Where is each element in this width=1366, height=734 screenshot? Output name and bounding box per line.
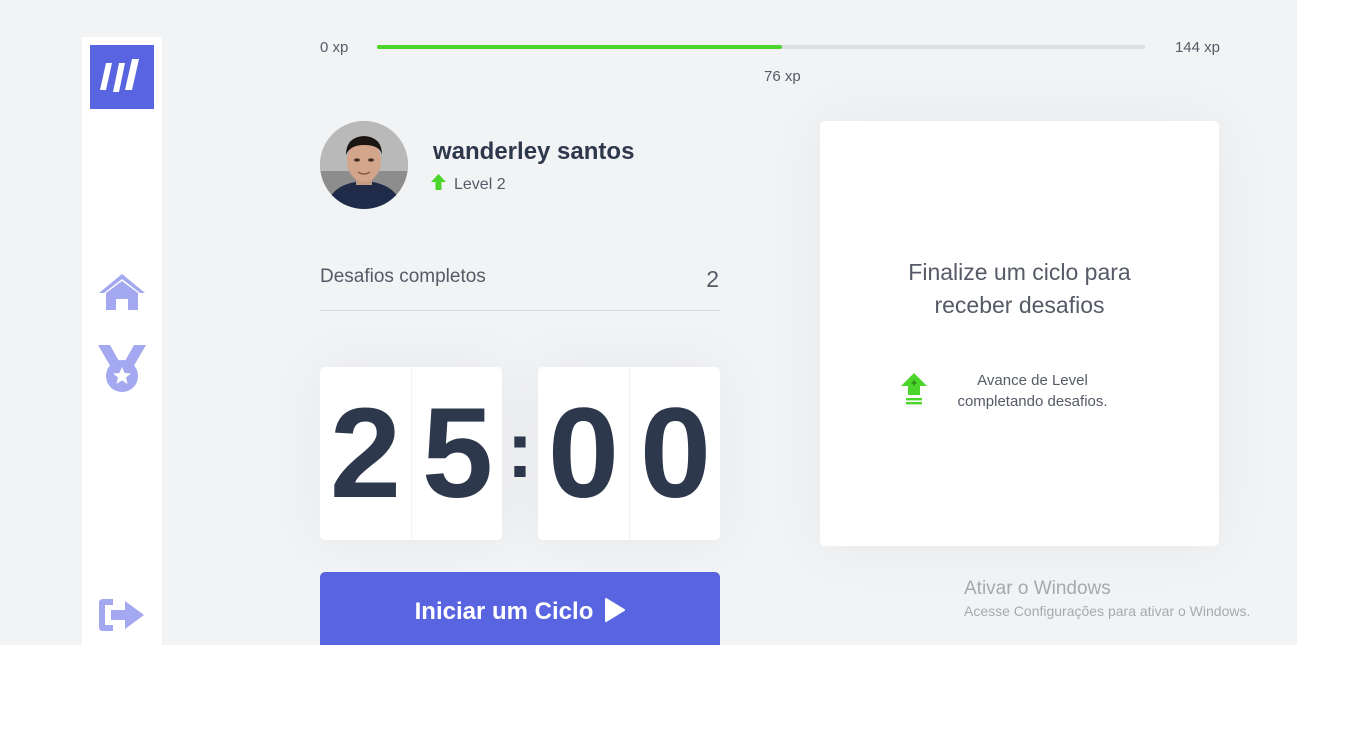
- level-up-icon: [900, 371, 928, 414]
- minute-digit-ones: 5: [411, 367, 503, 540]
- avatar: [320, 121, 408, 209]
- countdown-minutes: 2 5: [320, 367, 502, 540]
- challenge-box-hint-line1: Avance de Level: [977, 372, 1088, 389]
- start-cycle-button[interactable]: Iniciar um Ciclo: [320, 572, 720, 645]
- play-icon: [603, 598, 626, 629]
- completed-challenges: Desafios completos 2: [320, 262, 720, 311]
- challenge-box-title-line1: Finalize um ciclo para: [908, 259, 1131, 285]
- xp-max-label: 144 xp: [1174, 39, 1220, 56]
- user-name: wanderley santos: [433, 138, 635, 165]
- xp-min-label: 0 xp: [320, 39, 349, 56]
- logo-icon: [100, 59, 139, 92]
- level-label: Level 2: [454, 176, 506, 193]
- countdown-separator: :: [506, 405, 534, 494]
- start-cycle-label: Iniciar um Ciclo: [414, 598, 594, 625]
- award-icon[interactable]: [96, 343, 148, 400]
- minute-digit-tens: 2: [320, 367, 412, 540]
- logout-icon[interactable]: [97, 595, 147, 640]
- xp-bar: 0 xp 76 xp 144 xp: [320, 36, 1220, 85]
- challenge-box-hint-line2: completando desafios.: [957, 393, 1108, 410]
- watermark-title: Ativar o Windows: [964, 578, 1111, 599]
- countdown-seconds: 0 0: [538, 367, 720, 540]
- home-icon[interactable]: [98, 272, 146, 317]
- challenges-count: 2: [706, 266, 719, 292]
- app-window: 0 xp 76 xp 144 xp wanderley santos Level…: [0, 0, 1297, 645]
- watermark-subtitle: Acesse Configurações para ativar o Windo…: [964, 603, 1251, 619]
- challenge-box-title: Finalize um ciclo para receber desafios: [820, 256, 1219, 322]
- profile: wanderley santos Level 2: [320, 121, 720, 211]
- logo: [90, 45, 154, 109]
- challenge-box-hint: Avance de Level completando desafios.: [935, 370, 1130, 412]
- xp-track: 76 xp: [377, 45, 1145, 85]
- sidebar: [82, 37, 162, 645]
- xp-current-label: 76 xp: [763, 68, 801, 85]
- windows-activation-watermark: Ativar o Windows Acesse Configurações pa…: [964, 577, 1250, 621]
- challenge-box: Finalize um ciclo para receber desafios …: [820, 121, 1219, 546]
- second-digit-ones: 0: [629, 367, 721, 540]
- second-digit-tens: 0: [538, 367, 630, 540]
- xp-fill: [377, 45, 783, 49]
- challenges-label: Desafios completos: [320, 266, 486, 287]
- challenge-box-title-line2: receber desafios: [934, 292, 1105, 318]
- countdown: 2 5 : 0 0: [320, 367, 720, 540]
- level-up-icon: [431, 174, 446, 195]
